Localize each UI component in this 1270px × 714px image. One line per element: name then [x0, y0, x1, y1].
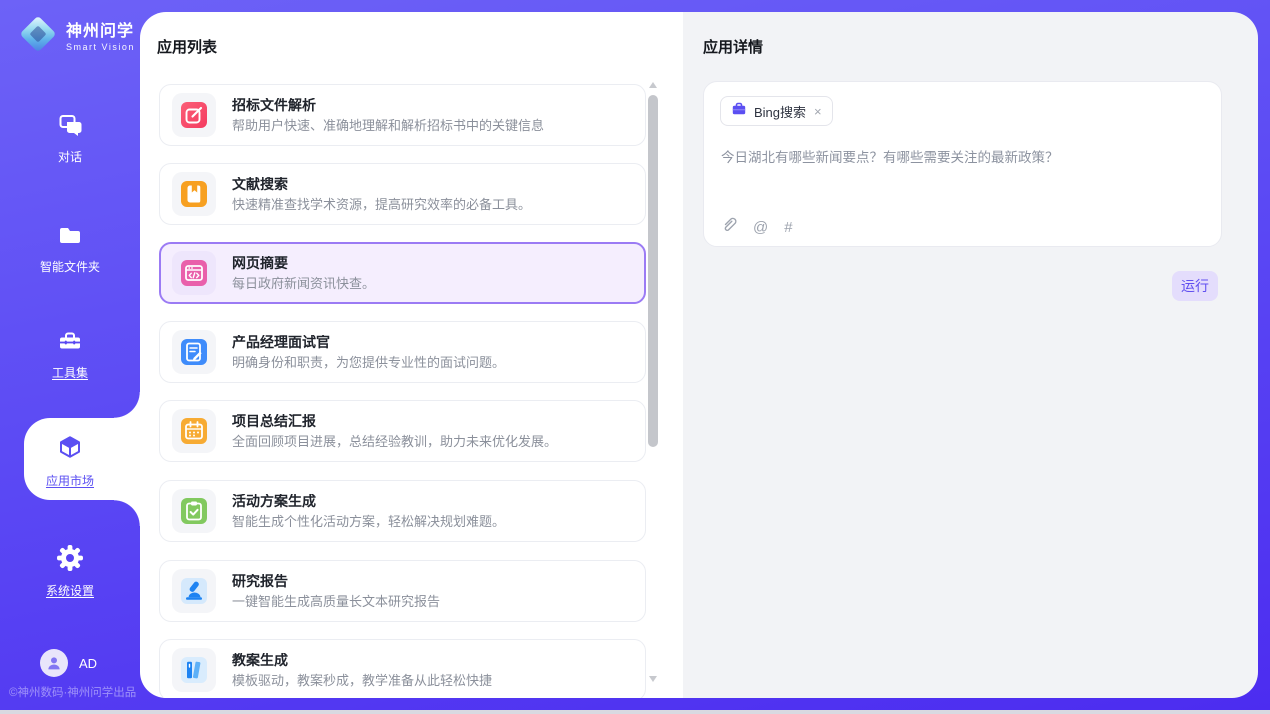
app-card-title: 招标文件解析 [232, 98, 544, 112]
app-card-lesson-plan[interactable]: 教案生成 模板驱动，教案秒成，教学准备从此轻松快捷 [159, 639, 646, 698]
cube-icon [56, 449, 84, 466]
tool-tag-label: Bing搜索 [754, 102, 806, 121]
remove-tag-icon[interactable]: × [814, 104, 822, 119]
app-card-desc: 全面回顾项目进展，总结经验教训，助力未来优化发展。 [232, 435, 557, 448]
app-card-title: 文献搜索 [232, 177, 531, 191]
hash-icon[interactable]: # [784, 219, 792, 236]
paperclip-icon[interactable] [721, 216, 737, 238]
prompt-text[interactable]: 今日湖北有哪些新闻要点？有哪些需要关注的最新政策？ [721, 146, 1059, 166]
sidebar-item-label: 对话 [0, 148, 140, 165]
prompt-input-card[interactable]: Bing搜索 × 今日湖北有哪些新闻要点？有哪些需要关注的最新政策？ @ # [703, 81, 1222, 247]
user-initials: AD [79, 656, 97, 671]
sidebar-item-chat[interactable]: 对话 [0, 112, 140, 165]
brand-logo: 神州问学 Smart Vision [18, 14, 135, 54]
app-card-desc: 智能生成个性化活动方案，轻松解决规划难题。 [232, 515, 505, 528]
scrollbar-thumb[interactable] [648, 95, 658, 447]
app-card-title: 活动方案生成 [232, 494, 505, 508]
edit-icon [181, 102, 207, 128]
app-card-desc: 明确身份和职责，为您提供专业性的面试问题。 [232, 356, 505, 369]
app-card-event-plan[interactable]: 活动方案生成 智能生成个性化活动方案，轻松解决规划难题。 [159, 480, 646, 542]
clipboard-check-icon [181, 498, 207, 524]
user-account[interactable]: AD [40, 649, 97, 677]
app-card-literature-search[interactable]: 文献搜索 快速精准查找学术资源，提高研究效率的必备工具。 [159, 163, 646, 225]
app-card-title: 产品经理面试官 [232, 335, 505, 349]
app-card-title: 研究报告 [232, 574, 440, 588]
main-content: 应用列表 招标文件解析 帮助用户快速、准确地理解和解析招标书中的关键信息 文献搜… [140, 12, 1258, 698]
sidebar-item-label: 智能文件夹 [0, 258, 140, 275]
calendar-icon [181, 418, 207, 444]
app-card-web-summary[interactable]: 网页摘要 每日政府新闻资讯快查。 [159, 242, 646, 304]
sidebar-item-smart-folder[interactable]: 智能文件夹 [0, 222, 140, 275]
sidebar-item-settings[interactable]: 系统设置 [0, 544, 140, 599]
scrollbar-down-arrow[interactable] [649, 676, 657, 682]
gear-icon [56, 559, 84, 576]
app-card-desc: 帮助用户快速、准确地理解和解析招标书中的关键信息 [232, 119, 544, 132]
bottom-edge-strip [0, 710, 1270, 714]
app-list-title: 应用列表 [157, 36, 217, 57]
app-card-bid-document-analysis[interactable]: 招标文件解析 帮助用户快速、准确地理解和解析招标书中的关键信息 [159, 84, 646, 146]
copyright-text: ©神州数码·神州问学出品 [9, 684, 149, 700]
chat-icon [57, 125, 84, 142]
briefcase-icon [731, 101, 747, 122]
sidebar-item-label: 系统设置 [0, 582, 140, 599]
app-card-desc: 一键智能生成高质量长文本研究报告 [232, 595, 440, 608]
brand-tagline: Smart Vision [66, 42, 135, 52]
app-card-desc: 快速精准查找学术资源，提高研究效率的必备工具。 [232, 198, 531, 211]
app-card-title: 网页摘要 [232, 256, 375, 270]
app-card-project-summary[interactable]: 项目总结汇报 全面回顾项目进展，总结经验教训，助力未来优化发展。 [159, 400, 646, 462]
composer-toolbar: @ # [721, 216, 793, 238]
app-card-desc: 每日政府新闻资讯快查。 [232, 277, 375, 290]
sidebar-item-app-market[interactable]: 应用市场 [0, 434, 140, 489]
sidebar-item-label: 应用市场 [0, 472, 140, 489]
folder-icon [57, 235, 83, 252]
sidebar-item-toolset[interactable]: 工具集 [0, 328, 140, 381]
app-list-scrollbar[interactable] [648, 80, 659, 684]
sidebar: 神州问学 Smart Vision 对话 智能文件夹 工具集 应用市场 [0, 0, 140, 710]
browser-code-icon [181, 260, 207, 286]
app-card-research-report[interactable]: 研究报告 一键智能生成高质量长文本研究报告 [159, 560, 646, 622]
app-list-panel: 应用列表 招标文件解析 帮助用户快速、准确地理解和解析招标书中的关键信息 文献搜… [140, 12, 683, 698]
at-icon[interactable]: @ [753, 219, 768, 236]
app-detail-title: 应用详情 [703, 36, 763, 57]
sidebar-item-label: 工具集 [0, 364, 140, 381]
app-card-pm-interviewer[interactable]: 产品经理面试官 明确身份和职责，为您提供专业性的面试问题。 [159, 321, 646, 383]
app-card-desc: 模板驱动，教案秒成，教学准备从此轻松快捷 [232, 674, 492, 687]
app-card-title: 项目总结汇报 [232, 414, 557, 428]
run-button[interactable]: 运行 [1172, 271, 1218, 301]
microscope-icon [181, 578, 207, 604]
scrollbar-up-arrow[interactable] [649, 82, 657, 88]
resume-icon [181, 339, 207, 365]
app-detail-panel: 应用详情 Bing搜索 × 今日湖北有哪些新闻要点？有哪些需要关注的最新政策？ … [683, 12, 1258, 698]
toolbox-icon [57, 341, 83, 358]
book-icon [181, 181, 207, 207]
brand-diamond-icon [18, 14, 58, 54]
brand-name: 神州问学 [66, 17, 135, 41]
tool-tag-bing-search[interactable]: Bing搜索 × [720, 96, 833, 126]
books-icon [181, 657, 207, 683]
app-card-title: 教案生成 [232, 653, 492, 667]
avatar [40, 649, 68, 677]
